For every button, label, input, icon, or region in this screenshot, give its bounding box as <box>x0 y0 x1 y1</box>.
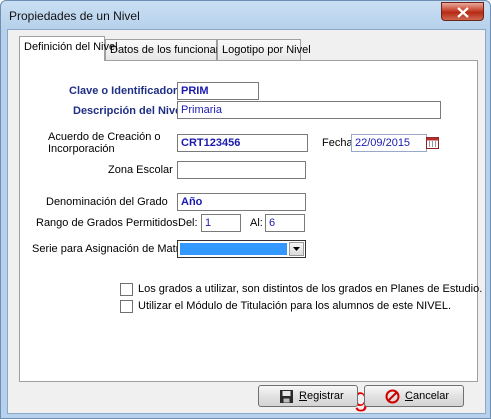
registrar-button[interactable]: Registrar <box>258 385 358 407</box>
clave-field[interactable]: PRIM <box>177 82 259 100</box>
del-field[interactable]: 1 <box>201 214 241 232</box>
tab-definicion-nivel[interactable]: Definición del Nivel <box>19 36 118 61</box>
tab-label: Datos de los funcionarios <box>110 44 234 56</box>
registrar-label: Registrar <box>299 390 344 402</box>
close-button[interactable] <box>441 2 484 21</box>
cancelar-button[interactable]: Cancelar <box>364 385 464 407</box>
title-bar: Propiedades de un Nivel <box>1 1 490 29</box>
window-title: Propiedades de un Nivel <box>9 9 140 23</box>
descripcion-label: Descripción del Nivel <box>73 105 185 117</box>
cancelar-accesskey: C <box>405 390 413 402</box>
serie-selected-value <box>180 243 287 255</box>
serie-select[interactable] <box>177 240 306 258</box>
acuerdo-label: Acuerdo de Creación o Incorporación <box>48 131 161 155</box>
acuerdo-field[interactable]: CRT123456 <box>177 134 308 152</box>
dropdown-button[interactable] <box>289 242 304 256</box>
modulo-titulacion-label: Utilizar el Módulo de Titulación para lo… <box>138 300 452 312</box>
del-label: Del: <box>178 217 198 229</box>
denominacion-label: Denominación del Grado <box>46 196 168 208</box>
denominacion-field[interactable]: Año <box>177 193 306 211</box>
tab-panel: Clave o Identificador PRIM Descripción d… <box>19 60 482 382</box>
grados-distintos-checkbox[interactable] <box>120 283 133 296</box>
fecha-field[interactable]: 22/09/2015 <box>351 134 427 152</box>
zona-field[interactable] <box>177 161 306 179</box>
clave-label: Clave o Identificador <box>69 85 178 97</box>
tab-datos-funcionarios[interactable]: Datos de los funcionarios <box>105 39 234 61</box>
cancel-icon <box>385 389 400 407</box>
registrar-accesskey: R <box>299 390 307 402</box>
cancelar-label-rest: ancelar <box>412 390 450 402</box>
registrar-label-rest: egistrar <box>306 390 344 402</box>
chevron-down-icon <box>293 247 300 251</box>
properties-window: Propiedades de un Nivel Definición del N… <box>0 0 491 419</box>
rango-label: Rango de Grados Permitidos <box>36 217 178 229</box>
tab-label: Logotipo por Nivel <box>222 44 311 56</box>
save-icon <box>279 389 294 407</box>
zona-label: Zona Escolar <box>108 164 173 176</box>
tab-label: Definición del Nivel <box>24 41 118 53</box>
al-field[interactable]: 6 <box>265 214 305 232</box>
calendar-icon <box>426 137 439 149</box>
fecha-label: Fecha <box>322 137 353 149</box>
descripcion-field[interactable]: Primaria <box>177 101 441 119</box>
modulo-titulacion-checkbox[interactable] <box>120 300 133 313</box>
close-icon <box>457 7 469 18</box>
al-label: Al: <box>250 217 263 229</box>
grados-distintos-label: Los grados a utilizar, son distintos de … <box>138 283 483 295</box>
tab-logotipo-nivel[interactable]: Logotipo por Nivel <box>217 39 311 61</box>
cancelar-label: Cancelar <box>405 390 449 402</box>
calendar-button[interactable] <box>425 134 441 152</box>
dialog-client: Definición del Nivel Datos de los funcio… <box>7 29 486 414</box>
